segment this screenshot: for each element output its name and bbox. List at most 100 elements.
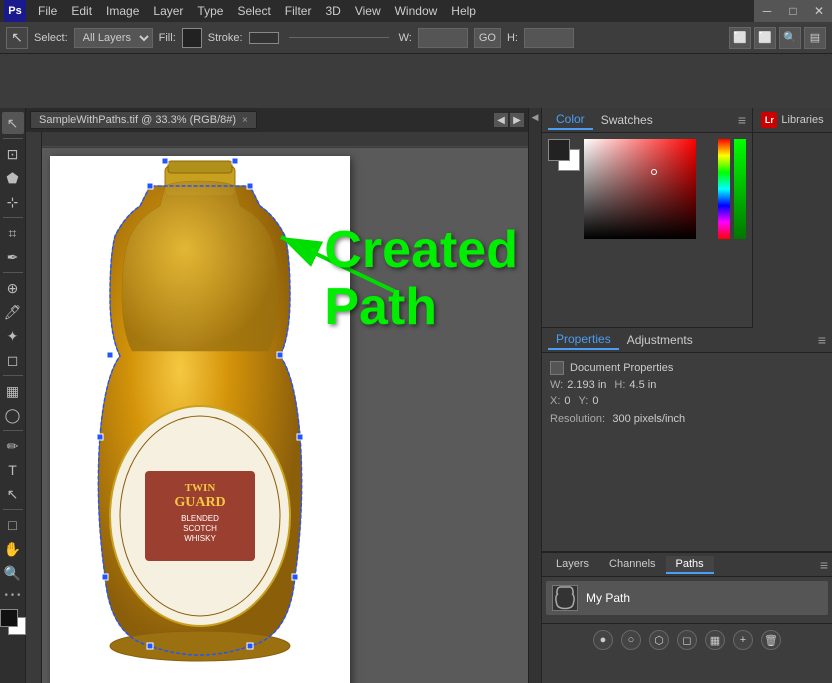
tool-crop[interactable]: ⌗ <box>2 222 24 244</box>
minimize-button[interactable]: ─ <box>754 0 780 22</box>
tool-shape[interactable]: □ <box>2 514 24 536</box>
stroke-color-box[interactable] <box>249 32 279 44</box>
tool-spot-heal[interactable]: ⊕ <box>2 277 24 299</box>
paths-mask-icon[interactable]: ▦ <box>705 630 725 650</box>
properties-content: Document Properties W: 2.193 in H: 4.5 i… <box>542 353 832 433</box>
fg-swatch[interactable] <box>548 139 570 161</box>
tab-color[interactable]: Color <box>548 110 593 130</box>
fg-color-swatch[interactable] <box>0 609 18 627</box>
tool-separator-4 <box>3 375 23 376</box>
tool-separator-6 <box>3 509 23 510</box>
tab-paths[interactable]: Paths <box>666 556 714 574</box>
options-toolbar: ↖ Select: All Layers Fill: Stroke: W: GO… <box>0 22 832 54</box>
resolution-value: 300 pixels/inch <box>612 413 685 425</box>
canvas-viewport[interactable]: TWIN GUARD BLENDED SCOTCH WHISKY <box>26 132 528 683</box>
color-spectrum-area[interactable] <box>584 139 714 239</box>
paths-footer: ● ○ ⬡ ◻ ▦ + 🗑 <box>542 623 832 656</box>
align-left-icon[interactable]: ⬜ <box>729 27 751 49</box>
color-swatch[interactable] <box>0 609 26 635</box>
tool-zoom[interactable]: 🔍 <box>2 562 24 584</box>
tool-lasso[interactable]: ⬟ <box>2 167 24 189</box>
tool-path-select[interactable]: ↖ <box>2 483 24 505</box>
paths-fill-icon[interactable]: ● <box>593 630 613 650</box>
tool-marquee[interactable]: ⊡ <box>2 143 24 165</box>
bottom-panel-menu[interactable]: ≡ <box>820 557 828 573</box>
tool-eyedropper[interactable]: ✒ <box>2 246 24 268</box>
svg-text:SCOTCH: SCOTCH <box>183 524 217 533</box>
document-tab-close[interactable]: × <box>242 115 248 126</box>
menu-layer[interactable]: Layer <box>147 2 189 20</box>
tool-text[interactable]: T <box>2 459 24 481</box>
tool-hand[interactable]: ✋ <box>2 538 24 560</box>
tool-separator-5 <box>3 430 23 431</box>
layers-channels-paths-panel: Layers Channels Paths ≡ My Path <box>542 552 832 683</box>
tab-channels[interactable]: Channels <box>599 556 665 574</box>
paths-from-selection-icon[interactable]: ◻ <box>677 630 697 650</box>
tab-swatches[interactable]: Swatches <box>593 111 661 129</box>
panel-arrange-icon[interactable]: ◀ <box>494 113 508 127</box>
paths-selection-icon[interactable]: ⬡ <box>649 630 669 650</box>
menu-type[interactable]: Type <box>191 2 229 20</box>
tab-adjustments[interactable]: Adjustments <box>619 331 701 349</box>
menu-file[interactable]: File <box>32 2 63 20</box>
tool-gradient[interactable]: ▦ <box>2 380 24 402</box>
tool-eraser[interactable]: ◻ <box>2 349 24 371</box>
properties-header: Properties Adjustments ≡ <box>542 328 832 353</box>
tool-dodge[interactable]: ◯ <box>2 404 24 426</box>
go-button[interactable]: GO <box>474 28 501 48</box>
brightness-slider[interactable] <box>734 139 746 239</box>
properties-panel: Properties Adjustments ≡ Document Proper… <box>542 328 832 552</box>
paths-delete-icon[interactable]: 🗑 <box>761 630 781 650</box>
collapse-icon[interactable]: ◀ <box>532 112 539 123</box>
bottle-image: TWIN GUARD BLENDED SCOTCH WHISKY <box>50 156 350 683</box>
h-field: H: 4.5 in <box>614 379 656 391</box>
w-label: W: <box>399 32 412 44</box>
maximize-button[interactable]: □ <box>780 0 806 22</box>
hue-slider[interactable] <box>718 139 730 239</box>
stroke-label: Stroke: <box>208 32 243 44</box>
fill-color-box[interactable] <box>182 28 202 48</box>
menu-3d[interactable]: 3D <box>319 2 346 20</box>
fg-bg-swatches[interactable] <box>548 139 580 171</box>
color-panel-menu[interactable]: ≡ <box>738 112 746 128</box>
align-center-icon[interactable]: ⬜ <box>754 27 776 49</box>
h-label: H: <box>614 379 625 391</box>
libraries-logo: Lr <box>761 112 777 128</box>
menu-help[interactable]: Help <box>445 2 482 20</box>
menu-select[interactable]: Select <box>231 2 276 20</box>
tab-properties[interactable]: Properties <box>548 330 619 350</box>
doc-checkbox[interactable] <box>550 361 564 375</box>
tool-options-arrow[interactable]: ↖ <box>6 27 28 49</box>
panel-expand-icon[interactable]: ▶ <box>510 113 524 127</box>
panel-collapse-strip[interactable]: ◀ <box>528 108 542 683</box>
document-tab[interactable]: SampleWithPaths.tif @ 33.3% (RGB/8#) × <box>30 111 257 129</box>
tool-magic-wand[interactable]: ⊹ <box>2 191 24 213</box>
paths-stroke-icon[interactable]: ○ <box>621 630 641 650</box>
menu-window[interactable]: Window <box>389 2 444 20</box>
xy-row: X: 0 Y: 0 <box>550 395 824 407</box>
tab-layers[interactable]: Layers <box>546 556 599 574</box>
tool-brush[interactable]: 🖊 <box>2 301 24 323</box>
menu-edit[interactable]: Edit <box>65 2 98 20</box>
document-canvas[interactable]: TWIN GUARD BLENDED SCOTCH WHISKY <box>50 156 350 683</box>
tool-clone[interactable]: ✦ <box>2 325 24 347</box>
properties-menu[interactable]: ≡ <box>818 332 826 348</box>
doc-props-label: Document Properties <box>570 362 673 374</box>
w-field: W: 2.193 in <box>550 379 606 391</box>
paths-new-icon[interactable]: + <box>733 630 753 650</box>
menu-filter[interactable]: Filter <box>279 2 318 20</box>
path-item-my-path[interactable]: My Path <box>546 581 828 615</box>
tool-move[interactable]: ↖ <box>2 112 24 134</box>
menu-view[interactable]: View <box>349 2 387 20</box>
search-icon[interactable]: 🔍 <box>779 27 801 49</box>
extra-tools[interactable]: • • • <box>4 590 20 601</box>
tool-pen[interactable]: ✏ <box>2 435 24 457</box>
x-field: X: 0 <box>550 395 571 407</box>
resolution-label: Resolution: <box>550 413 605 425</box>
w-input[interactable] <box>418 28 468 48</box>
close-button[interactable]: ✕ <box>806 0 832 22</box>
select-dropdown[interactable]: All Layers <box>74 28 153 48</box>
panel-icon[interactable]: ▤ <box>804 27 826 49</box>
h-input[interactable] <box>524 28 574 48</box>
menu-image[interactable]: Image <box>100 2 145 20</box>
